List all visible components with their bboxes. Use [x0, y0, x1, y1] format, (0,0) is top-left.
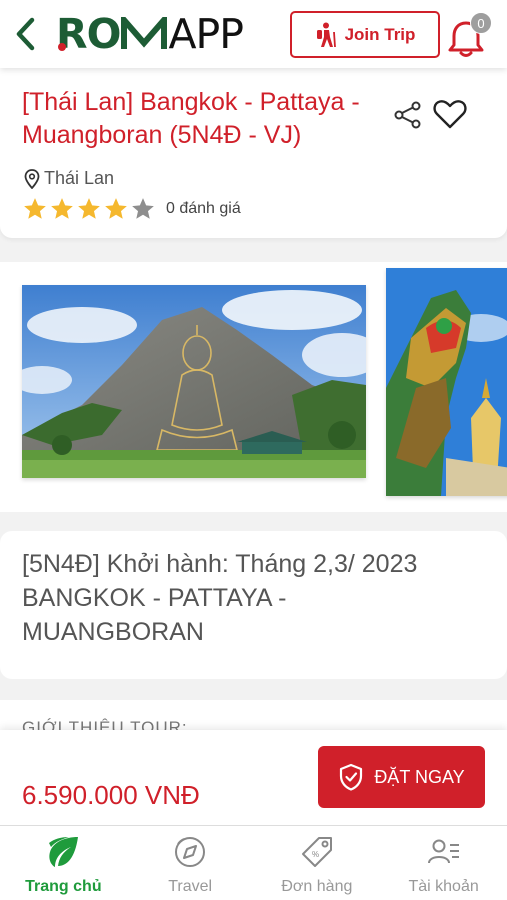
chevron-left-icon	[16, 17, 35, 51]
tour-price: 6.590.000 VNĐ	[22, 780, 200, 810]
star-filled-icon	[24, 198, 46, 219]
home-leaf-icon	[49, 837, 79, 867]
star-filled-icon	[51, 198, 73, 219]
location-label: Thái Lan	[44, 168, 115, 188]
share-icon[interactable]	[393, 100, 423, 130]
svg-text:%: %	[312, 850, 319, 859]
back-button[interactable]	[10, 14, 40, 54]
nav-item-account[interactable]: Tài khoản	[380, 826, 507, 900]
temple-guardian-photo[interactable]	[386, 268, 507, 496]
app-logo[interactable]: RO APP	[56, 9, 244, 58]
logo-dot	[58, 43, 66, 51]
buddha-mountain-image	[22, 285, 366, 478]
nav-item-orders[interactable]: % Đơn hàng	[254, 826, 381, 900]
tag-icon: %	[301, 837, 332, 867]
buddha-mountain-photo[interactable]	[22, 285, 366, 478]
bottom-navigation: Trang chủ Travel % Đơn hàng Tài khoản	[0, 825, 507, 900]
star-filled-icon	[105, 198, 127, 219]
app-header: RO APP Join Trip 0	[0, 0, 507, 68]
booking-bar: 6.590.000 VNĐ ĐẶT NGAY	[0, 730, 507, 825]
nav-item-travel[interactable]: Travel	[127, 826, 254, 900]
nav-label-travel: Travel	[168, 878, 213, 895]
photo-gallery[interactable]	[0, 262, 507, 512]
book-now-button[interactable]: ĐẶT NGAY	[318, 746, 485, 808]
hiker-icon	[316, 22, 336, 47]
tour-info-text: [5N4Đ] Khởi hành: Tháng 2,3/ 2023 BANGKO…	[22, 547, 482, 649]
notification-button[interactable]: 0	[446, 12, 492, 58]
tour-location: Thái Lan	[24, 168, 114, 189]
logo-text-right: APP	[168, 9, 243, 58]
temple-guardian-image	[386, 268, 507, 496]
heart-icon[interactable]	[433, 98, 467, 130]
compass-icon	[175, 837, 206, 867]
nav-item-home[interactable]: Trang chủ	[0, 826, 127, 900]
departure-line: [5N4Đ] Khởi hành: Tháng 2,3/ 2023	[22, 550, 418, 578]
book-now-label: ĐẶT NGAY	[374, 766, 465, 787]
notification-badge: 0	[470, 12, 492, 34]
star-empty-icon	[132, 198, 154, 219]
route-line-1: BANGKOK - PATTAYA -	[22, 584, 287, 612]
account-icon	[427, 839, 459, 864]
join-trip-label: Join Trip	[344, 24, 416, 44]
nav-label-home: Trang chủ	[25, 878, 102, 895]
star-filled-icon	[78, 198, 100, 219]
review-count: 0 đánh giá	[166, 200, 241, 217]
map-pin-icon	[24, 168, 40, 189]
logo-m-mark	[121, 17, 168, 49]
tour-title-card: [Thái Lan] Bangkok - Pattaya - Muangbora…	[0, 68, 507, 238]
join-trip-button[interactable]: Join Trip	[290, 11, 440, 58]
shield-check-icon	[340, 763, 363, 791]
tour-title: [Thái Lan] Bangkok - Pattaya - Muangbora…	[22, 88, 360, 149]
nav-label-orders: Đơn hàng	[281, 878, 353, 895]
nav-label-account: Tài khoản	[408, 878, 479, 895]
star-rating	[22, 196, 156, 222]
rating-row: 0 đánh giá	[22, 196, 241, 222]
tour-info-card: [5N4Đ] Khởi hành: Tháng 2,3/ 2023 BANGKO…	[0, 531, 507, 679]
route-line-2: MUANGBORAN	[22, 618, 204, 646]
